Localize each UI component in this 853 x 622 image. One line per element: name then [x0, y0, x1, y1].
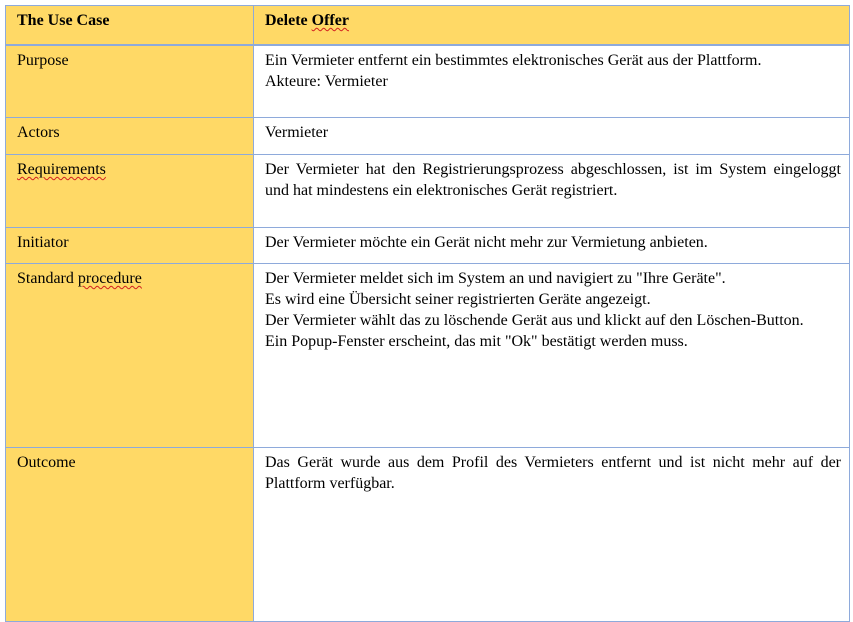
row-value-standard-procedure: Der Vermieter meldet sich im System an u…: [253, 263, 850, 448]
procedure-step-3: Der Vermieter wählt das zu löschende Ger…: [265, 312, 804, 329]
row-outcome: Outcome Das Gerät wurde aus dem Profil d…: [5, 447, 850, 622]
initiator-line-1: Der Vermieter möchte ein Gerät nicht meh…: [265, 234, 708, 251]
standard-procedure-label-word-underlined: procedure: [77, 270, 142, 287]
header-label: The Use Case: [5, 5, 254, 46]
row-requirements: Requirements Der Vermieter hat den Regis…: [5, 154, 850, 228]
purpose-line-1: Ein Vermieter entfernt ein bestimmtes el…: [265, 51, 762, 69]
row-value-requirements: Der Vermieter hat den Registrierungsproz…: [253, 154, 850, 228]
requirements-label-text: Requirements: [17, 161, 106, 178]
row-purpose: Purpose Ein Vermieter entfernt ein besti…: [5, 44, 850, 118]
row-standard-procedure: Standard procedure Der Vermieter meldet …: [5, 263, 850, 448]
procedure-step-2: Es wird eine Übersicht seiner registrier…: [265, 291, 651, 308]
page: { "header": { "label": "The Use Case", "…: [0, 0, 853, 622]
row-value-initiator: Der Vermieter möchte ein Gerät nicht meh…: [253, 227, 850, 264]
row-label-standard-procedure: Standard procedure: [5, 263, 254, 448]
header-row: The Use Case Delete Offer: [5, 5, 850, 46]
row-label-initiator: Initiator: [5, 227, 254, 264]
row-value-outcome: Das Gerät wurde aus dem Profil des Vermi…: [253, 447, 850, 622]
procedure-step-4: Ein Popup-Fenster erscheint, das mit "Ok…: [265, 333, 688, 350]
row-label-actors: Actors: [5, 117, 254, 155]
header-title-word-underlined: Offer: [311, 12, 349, 29]
row-value-actors: Vermieter: [253, 117, 850, 155]
row-actors: Actors Vermieter: [5, 117, 850, 155]
row-label-purpose: Purpose: [5, 44, 254, 118]
actors-line-1: Vermieter: [265, 124, 329, 141]
row-value-purpose: Ein Vermieter entfernt ein bestimmtes el…: [253, 44, 850, 118]
header-title-word: Delete: [265, 12, 308, 29]
purpose-line-2: Akteure: Vermieter: [265, 72, 388, 90]
use-case-table: The Use Case Delete Offer Purpose Ein Ve…: [5, 5, 850, 622]
row-label-requirements: Requirements: [5, 154, 254, 228]
row-label-outcome: Outcome: [5, 447, 254, 622]
header-title: Delete Offer: [253, 5, 850, 46]
procedure-step-1: Der Vermieter meldet sich im System an u…: [265, 270, 726, 287]
row-initiator: Initiator Der Vermieter möchte ein Gerät…: [5, 227, 850, 264]
standard-procedure-label-word: Standard: [17, 270, 74, 287]
